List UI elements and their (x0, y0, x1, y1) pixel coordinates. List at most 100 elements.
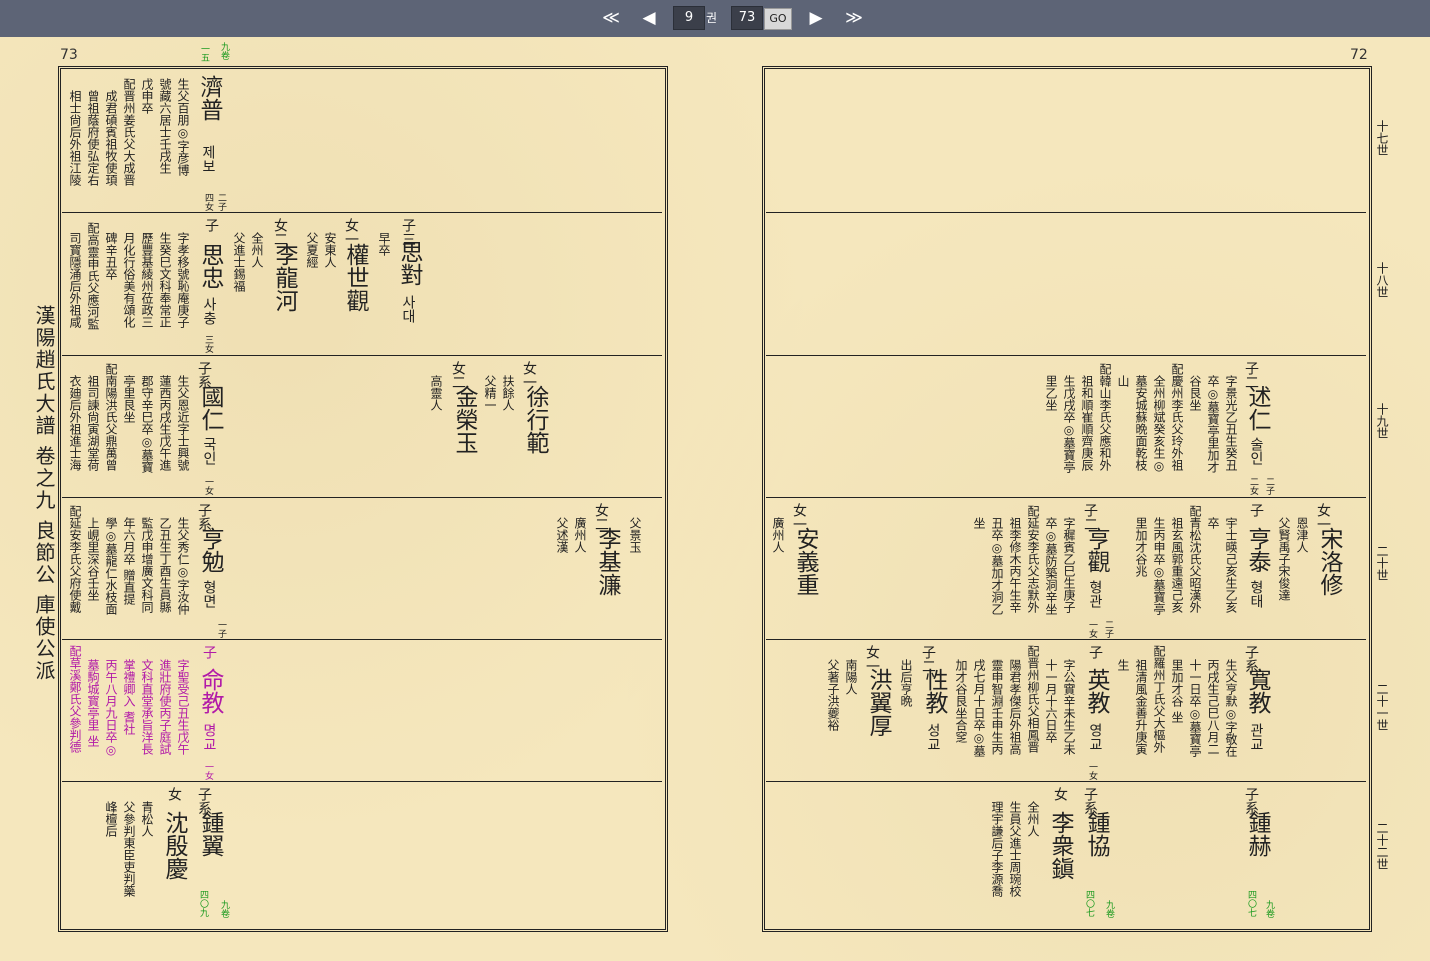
bio-line: 卒◎墓防築洞辛坐 (1044, 517, 1058, 615)
bio-line: 里乙坐 (1044, 375, 1058, 411)
row-divider (62, 639, 662, 640)
bio-line: 高靈人 (429, 375, 443, 411)
person-name: 鍾翼 (197, 811, 223, 857)
volume-input[interactable]: 9 (673, 6, 705, 30)
bio-line: 丙午八月九日卒◎ (104, 659, 118, 757)
korean-reading: 형관 (1087, 580, 1103, 608)
row-divider (62, 497, 662, 498)
bio-line: 谷艮坐 (1188, 375, 1202, 411)
bio-line: 父夏經 (305, 232, 319, 268)
korean-reading: 사충 (201, 297, 217, 325)
korean-reading: 사대 (400, 295, 416, 323)
relation-label: 女二 (272, 218, 288, 246)
bio-line: 父著子洪夔裕 (826, 659, 840, 731)
relation-label: 四女 (203, 193, 213, 211)
bio-line: 祖李修木丙午生辛 (1008, 517, 1022, 613)
bio-line: 生戊戌卒◎墓寶亭 (1062, 375, 1076, 473)
person-name: 性教 (921, 668, 947, 714)
bio-line: 字孝移號恥庵庚子 (176, 232, 190, 328)
person-name: 金榮玉 (451, 385, 477, 454)
row-divider (766, 497, 1366, 498)
bio-line: 司寳隱涌后外祖咸 (68, 232, 82, 328)
bio-line: 卒 (1206, 517, 1220, 529)
toolbar: ≪ ◀ 9 권 73 GO ▶ ≫ (0, 0, 1430, 38)
bio-line: 祖玄風郭重遠己亥 (1170, 517, 1184, 613)
bio-line: 出后亨晩 (899, 659, 913, 707)
bio-line: 配晋州柳氏父相鳳晋 (1026, 645, 1040, 753)
person-name: 命教 (197, 668, 223, 714)
bio-line: 墓安城蘇晩面乾枝 (1134, 375, 1148, 471)
bio-line: 廣州人 (573, 517, 587, 553)
person-name: 濟普 (196, 75, 222, 121)
bio-line: 配韓山李氏父應和外 (1098, 363, 1112, 471)
relation-label: 女一 (343, 218, 359, 246)
bio-line: 號藏六居士壬戌生 (158, 78, 172, 174)
bio-line: 字聖受己丑生戊午 (176, 659, 190, 755)
bio-line: 祖清風金善升庚寅 (1134, 659, 1148, 755)
bio-line: 父參判東臣吏判藥 (122, 801, 136, 897)
bio-line: 學◎墓龍仁水枝面 (104, 517, 118, 615)
relation-label: 一女 (203, 477, 213, 495)
bio-line: 生癸巳文科奉常正 (158, 232, 172, 328)
spine-title: 漢陽趙氏大譜 卷之九 良節公 庫使公派 (32, 305, 56, 683)
person-name: 鍾赫 (1244, 811, 1270, 857)
row-divider (766, 639, 1366, 640)
row-divider (766, 781, 1366, 782)
first-page-button[interactable]: ≪ (598, 6, 624, 30)
bio-line: 掌禮卿入 耆社 (122, 659, 136, 735)
bio-line: 年六月卒 贈直提 (122, 517, 136, 605)
bio-line: 配晋州姜氏父大成晋 (122, 78, 136, 186)
bio-line: 字公實辛未生乙未 (1062, 659, 1076, 755)
go-button[interactable]: GO (764, 8, 792, 30)
relation-label: 女 (1052, 787, 1068, 801)
bio-line: 字穉賓乙巳生庚子 (1062, 517, 1076, 613)
bio-line: 父進士錫福 (232, 232, 246, 292)
bio-line: 月化行俗美有頌化 (122, 232, 136, 328)
generation-label: 二十二世 (1375, 822, 1389, 870)
bio-line: 宇士暎己亥生乙亥 (1224, 517, 1238, 613)
volume-ref: 四〇七 (1084, 890, 1094, 917)
volume-ref: 一五 (199, 44, 209, 62)
bio-line: 扶餘人 (501, 375, 515, 411)
bio-line: 成君碩賓祖牧使頊 (104, 90, 118, 186)
bio-line: 生父亨默◎字敬在 (1224, 659, 1238, 757)
person-name: 鍾協 (1083, 811, 1109, 857)
page-input[interactable]: 73 (731, 6, 763, 30)
right-page-frame (762, 66, 1372, 932)
korean-reading: 국인 (201, 437, 217, 465)
person-name: 亨觀 (1083, 527, 1109, 573)
korean-reading: 영교 (1087, 723, 1103, 751)
prev-page-button[interactable]: ◀ (636, 6, 662, 30)
bio-line: 文科直堂承旨洋長 (140, 659, 154, 755)
bio-line: 監戊申增廣文科同 (140, 517, 154, 613)
person-name: 述仁 (1244, 385, 1270, 431)
relation-label: 女 (166, 787, 182, 801)
row-divider (62, 781, 662, 782)
bio-line: 上峴里深谷壬坐 (86, 517, 100, 601)
relation-label: 子 (201, 645, 217, 659)
person-name: 亨勉 (197, 527, 223, 573)
bio-line: 配慶州李氏父玲外祖 (1170, 363, 1184, 471)
person-name: 寬教 (1244, 668, 1270, 714)
bio-line: 十一月十六日卒 (1044, 659, 1058, 743)
row-divider (766, 212, 1366, 213)
bio-line: 全州人 (250, 232, 264, 268)
bio-line: 加才谷艮坐合窆 (954, 659, 968, 743)
bio-line: 丙戌生己巳八月二 (1206, 659, 1220, 755)
person-name: 李龍河 (271, 243, 297, 312)
person-name: 國仁 (197, 385, 223, 431)
last-page-button[interactable]: ≫ (841, 6, 867, 30)
relation-label: 一女 (1087, 620, 1097, 638)
bio-line: 配羅州丁氏父大樞外 (1152, 645, 1166, 753)
bio-line: 生父百朋◎字彦博 (176, 78, 190, 176)
volume-ref: 九卷 (1104, 900, 1114, 918)
relation-label: 二女 (1248, 477, 1258, 495)
relation-label: 二子 (216, 193, 226, 211)
bio-line: 墓駒城寳亭里 坐 (86, 659, 100, 747)
volume-unit-label: 권 (706, 11, 718, 25)
bio-line: 早卒 (377, 232, 391, 256)
next-page-button[interactable]: ▶ (803, 6, 829, 30)
person-name: 權世觀 (342, 243, 368, 312)
bio-line: 配延安李氏父志默外 (1026, 505, 1040, 613)
row-divider (766, 355, 1366, 356)
